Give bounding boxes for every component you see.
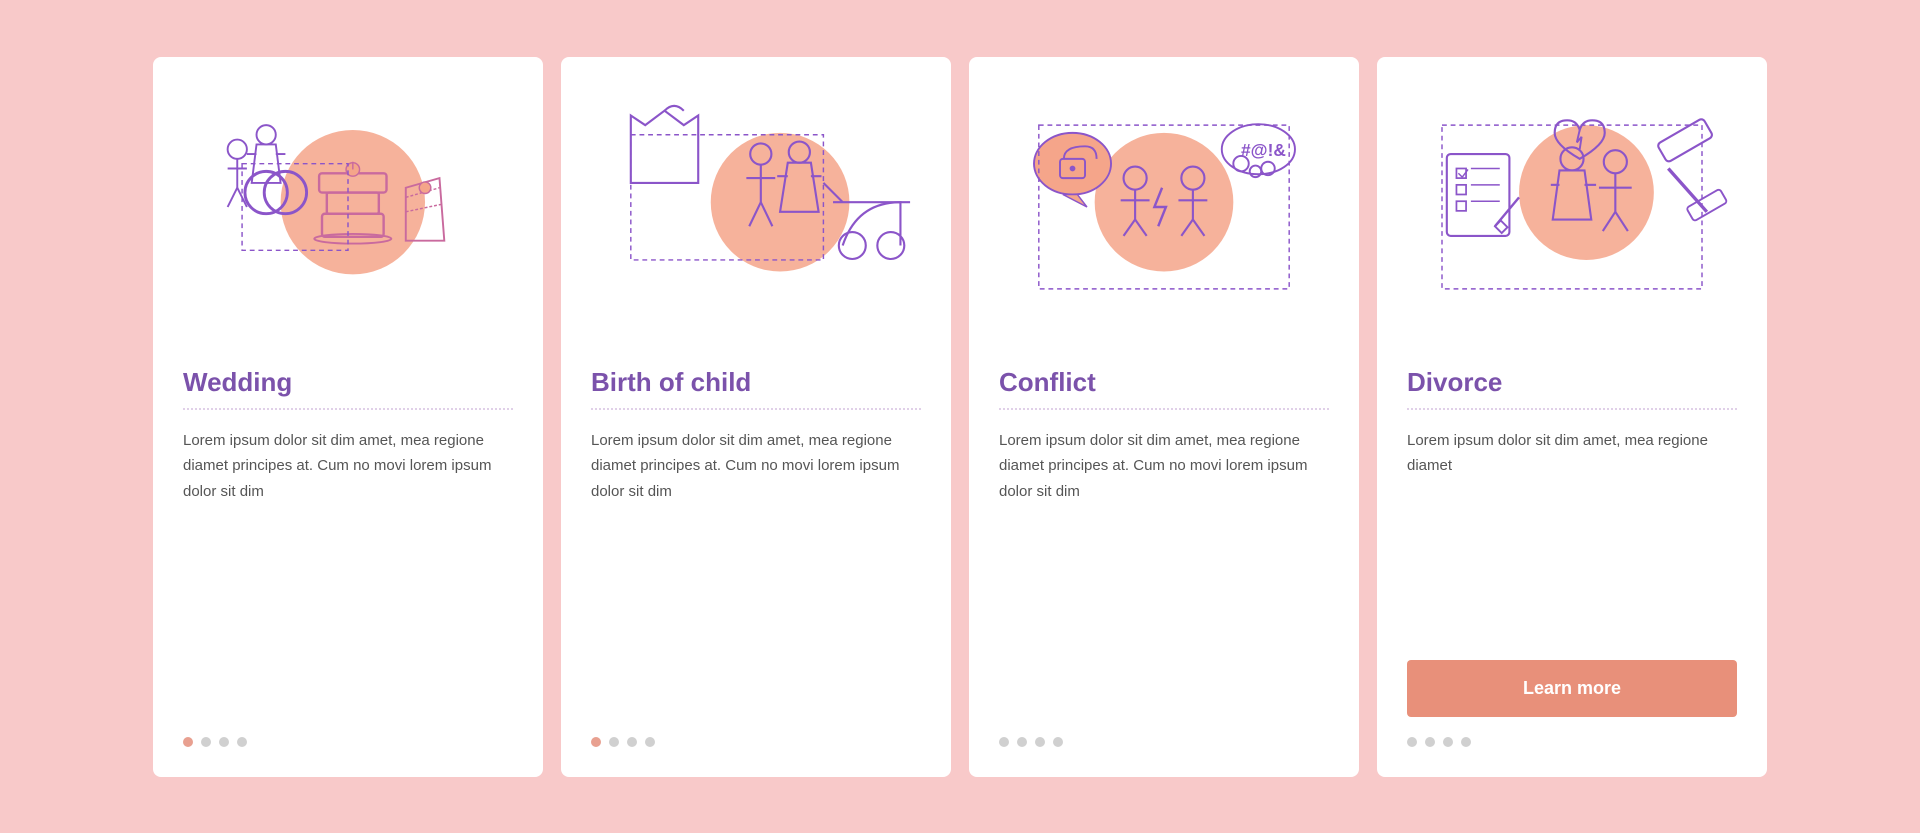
wedding-illustration xyxy=(153,57,543,357)
conflict-title: Conflict xyxy=(969,357,1359,408)
svg-text:#@!&: #@!& xyxy=(1241,139,1286,159)
dot-4 xyxy=(1053,737,1063,747)
dot-4 xyxy=(645,737,655,747)
birth-dots xyxy=(561,717,685,747)
divorce-divider xyxy=(1407,408,1737,410)
dot-3 xyxy=(219,737,229,747)
divorce-body: Lorem ipsum dolor sit dim amet, mea regi… xyxy=(1377,428,1767,642)
learn-more-button[interactable]: Learn more xyxy=(1407,660,1737,717)
dot-4 xyxy=(237,737,247,747)
dot-3 xyxy=(1443,737,1453,747)
conflict-card: #@!& Conflict Lorem ipsum dolor sit dim … xyxy=(969,57,1359,777)
birth-divider xyxy=(591,408,921,410)
conflict-illustration: #@!& xyxy=(969,57,1359,357)
cards-container: Wedding Lorem ipsum dolor sit dim amet, … xyxy=(113,17,1807,817)
dot-1 xyxy=(183,737,193,747)
dot-2 xyxy=(1425,737,1435,747)
dot-1 xyxy=(591,737,601,747)
dot-2 xyxy=(201,737,211,747)
divorce-title: Divorce xyxy=(1377,357,1767,408)
wedding-title: Wedding xyxy=(153,357,543,408)
birth-illustration xyxy=(561,57,951,357)
conflict-body: Lorem ipsum dolor sit dim amet, mea regi… xyxy=(969,428,1359,717)
birth-title: Birth of child xyxy=(561,357,951,408)
conflict-dots xyxy=(969,717,1093,747)
wedding-divider xyxy=(183,408,513,410)
dot-3 xyxy=(1035,737,1045,747)
divorce-dots xyxy=(1377,717,1501,747)
dot-2 xyxy=(1017,737,1027,747)
birth-body: Lorem ipsum dolor sit dim amet, mea regi… xyxy=(561,428,951,717)
birth-card: Birth of child Lorem ipsum dolor sit dim… xyxy=(561,57,951,777)
dot-3 xyxy=(627,737,637,747)
dot-1 xyxy=(999,737,1009,747)
dot-4 xyxy=(1461,737,1471,747)
wedding-body: Lorem ipsum dolor sit dim amet, mea regi… xyxy=(153,428,543,717)
wedding-dots xyxy=(153,717,277,747)
dot-1 xyxy=(1407,737,1417,747)
dot-2 xyxy=(609,737,619,747)
conflict-divider xyxy=(999,408,1329,410)
divorce-illustration xyxy=(1377,57,1767,357)
wedding-card: Wedding Lorem ipsum dolor sit dim amet, … xyxy=(153,57,543,777)
divorce-card: Divorce Lorem ipsum dolor sit dim amet, … xyxy=(1377,57,1767,777)
